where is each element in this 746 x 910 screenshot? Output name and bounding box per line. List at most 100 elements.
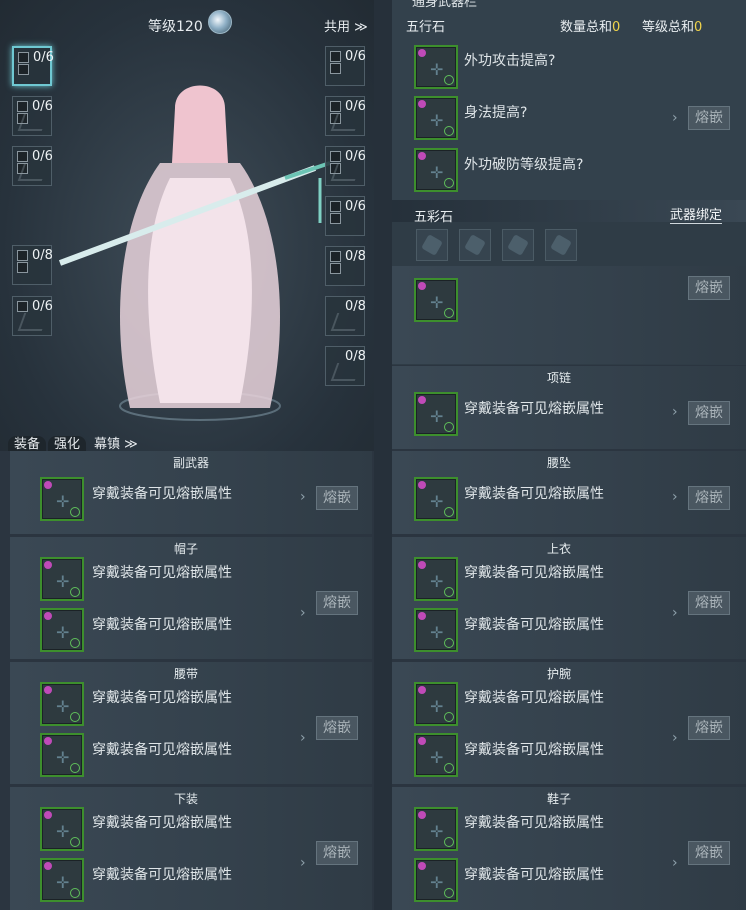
- gem-slot-1[interactable]: ✛: [40, 682, 84, 726]
- gem-slot-2[interactable]: ✛: [40, 733, 84, 777]
- gem-slot[interactable]: ✛: [414, 477, 458, 521]
- slot-count: 0/6: [345, 199, 366, 214]
- section-belt: 腰带 ✛ 穿戴装备可见熔嵌属性 ✛ 穿戴装备可见熔嵌属性 › 熔嵌: [10, 662, 372, 784]
- chevron-right-icon: ›: [672, 489, 678, 505]
- equip-slot-left-3[interactable]: 0/6: [12, 146, 53, 186]
- gem-slot-2[interactable]: ✛: [40, 858, 84, 902]
- equip-slot-left-4[interactable]: 0/8: [12, 245, 53, 285]
- equip-slot-right-2[interactable]: 0/6: [325, 96, 366, 136]
- equip-hint-text: 穿戴装备可见熔嵌属性: [464, 742, 604, 758]
- equip-slot-right-7[interactable]: 0/8: [325, 346, 366, 386]
- section-pants: 下装 ✛ 穿戴装备可见熔嵌属性 ✛ 穿戴装备可见熔嵌属性 › 熔嵌: [10, 787, 372, 910]
- slot-count: 0/6: [345, 149, 366, 164]
- gem-attr-text: 外功破防等级提高?: [464, 157, 584, 173]
- weapon-bind-label[interactable]: 武器绑定: [670, 204, 723, 224]
- character-model: [58, 85, 331, 421]
- section-bracer: 护腕 ✛ 穿戴装备可见熔嵌属性 ✛ 穿戴装备可见熔嵌属性 › 熔嵌: [392, 662, 746, 784]
- tab-more[interactable]: 幕镇 ≫: [88, 436, 144, 451]
- chevron-right-icon: ›: [672, 404, 678, 420]
- slot-count: 0/8: [345, 249, 366, 264]
- equip-slot-right-6[interactable]: 0/8: [325, 296, 366, 336]
- gem-attr-text: 身法提高?: [464, 105, 528, 121]
- inlay-button[interactable]: 熔嵌: [688, 276, 730, 300]
- chevron-right-icon: ›: [300, 730, 306, 746]
- tab-equipment[interactable]: 装备: [8, 436, 47, 451]
- chevron-right-icon: ›: [672, 605, 678, 621]
- chevron-right-icon: ›: [672, 855, 678, 871]
- gem-slot[interactable]: ✛: [40, 477, 84, 521]
- equip-hint-text: 穿戴装备可见熔嵌属性: [92, 815, 232, 831]
- inlay-button[interactable]: 熔嵌: [688, 591, 730, 615]
- inlay-button[interactable]: 熔嵌: [688, 401, 730, 425]
- inlay-button[interactable]: 熔嵌: [316, 716, 358, 740]
- slot-count: 0/6: [345, 49, 366, 64]
- equip-slot-left-5[interactable]: 0/6: [12, 296, 53, 336]
- section-pendant: 腰坠 ✛ 穿戴装备可见熔嵌属性 › 熔嵌: [392, 451, 746, 534]
- equip-slot-right-4[interactable]: 0/6: [325, 196, 366, 236]
- character-tabs: 装备 强化 幕镇 ≫: [8, 436, 146, 451]
- equip-hint-text: 穿戴装备可见熔嵌属性: [464, 867, 604, 883]
- tab-enhance[interactable]: 强化: [48, 436, 87, 451]
- inlay-button[interactable]: 熔嵌: [316, 841, 358, 865]
- school-emblem-icon: [208, 10, 232, 34]
- colored-stone-slot-3[interactable]: [502, 229, 534, 261]
- equip-hint-text: 穿戴装备可见熔嵌属性: [464, 565, 604, 581]
- shared-toggle[interactable]: 共用 ≫: [324, 16, 368, 35]
- equip-hint-text: 穿戴装备可见熔嵌属性: [464, 401, 604, 417]
- equip-hint-text: 穿戴装备可见熔嵌属性: [92, 867, 232, 883]
- colored-stone-gem-slot[interactable]: ✛: [414, 278, 458, 322]
- slot-count: 0/6: [32, 149, 53, 164]
- equip-slot-right-3[interactable]: 0/6: [325, 146, 366, 186]
- colored-stone-slot-2[interactable]: [459, 229, 491, 261]
- equip-hint-text: 穿戴装备可见熔嵌属性: [92, 617, 232, 633]
- inlay-button[interactable]: 熔嵌: [688, 841, 730, 865]
- equip-slot-left-2[interactable]: 0/6: [12, 96, 53, 136]
- five-element-gem-slot-3[interactable]: ✛: [414, 148, 458, 192]
- section-top: 上衣 ✛ 穿戴装备可见熔嵌属性 ✛ 穿戴装备可见熔嵌属性 › 熔嵌: [392, 537, 746, 659]
- equip-hint-text: 穿戴装备可见熔嵌属性: [92, 565, 232, 581]
- equip-hint-text: 穿戴装备可见熔嵌属性: [92, 742, 232, 758]
- gem-attr-text: 外功攻击提高?: [464, 53, 556, 69]
- equip-hint-text: 穿戴装备可见熔嵌属性: [92, 690, 232, 706]
- colored-stone-slot-1[interactable]: [416, 229, 448, 261]
- slot-count: 0/6: [345, 99, 366, 114]
- equip-slot-right-5[interactable]: 0/8: [325, 246, 366, 286]
- section-title: 副武器: [172, 456, 209, 470]
- colored-stone-slot-4[interactable]: [545, 229, 577, 261]
- inlay-button[interactable]: 熔嵌: [688, 106, 730, 130]
- level-total-label: 等级总和0: [642, 20, 703, 35]
- equip-slot-left-1[interactable]: 0/6: [12, 46, 54, 86]
- section-title: 鞋子: [546, 792, 571, 806]
- character-panel: 等级120 共用 ≫ 0/6 0/6 0/6 0/8 0/6 0/6 0/6 0…: [0, 0, 374, 451]
- slot-count: 0/8: [345, 349, 366, 364]
- equip-hint-text: 穿戴装备可见熔嵌属性: [464, 617, 604, 633]
- inlay-button[interactable]: 熔嵌: [316, 591, 358, 615]
- gem-slot-1[interactable]: ✛: [414, 807, 458, 851]
- five-element-gem-slot-1[interactable]: ✛: [414, 45, 458, 89]
- chevron-right-icon: ›: [672, 730, 678, 746]
- inlay-button[interactable]: 熔嵌: [316, 486, 358, 510]
- gem-slot-1[interactable]: ✛: [40, 557, 84, 601]
- gem-slot[interactable]: ✛: [414, 392, 458, 436]
- gem-slot-1[interactable]: ✛: [40, 807, 84, 851]
- section-necklace: 项链 ✛ 穿戴装备可见熔嵌属性 › 熔嵌: [392, 366, 746, 449]
- five-elements-title: 五行石: [406, 20, 446, 35]
- inlay-button[interactable]: 熔嵌: [688, 716, 730, 740]
- chevron-right-icon: ›: [300, 489, 306, 505]
- gem-slot-1[interactable]: ✛: [414, 557, 458, 601]
- gem-slot-2[interactable]: ✛: [414, 858, 458, 902]
- gem-slot-2[interactable]: ✛: [414, 608, 458, 652]
- inlay-button[interactable]: 熔嵌: [688, 486, 730, 510]
- equip-hint-text: 穿戴装备可见熔嵌属性: [464, 815, 604, 831]
- gem-slot-2[interactable]: ✛: [414, 733, 458, 777]
- chevron-right-icon: ›: [672, 110, 678, 126]
- slot-count: 0/8: [32, 248, 53, 263]
- section-title: 护腕: [546, 667, 571, 681]
- section-title: 腰坠: [546, 456, 571, 470]
- gem-slot-1[interactable]: ✛: [414, 682, 458, 726]
- five-element-gem-slot-2[interactable]: ✛: [414, 96, 458, 140]
- quantity-total-label: 数量总和0: [560, 20, 621, 35]
- equip-slot-right-1[interactable]: 0/6: [325, 46, 366, 86]
- gem-slot-2[interactable]: ✛: [40, 608, 84, 652]
- column-divider: [374, 0, 392, 910]
